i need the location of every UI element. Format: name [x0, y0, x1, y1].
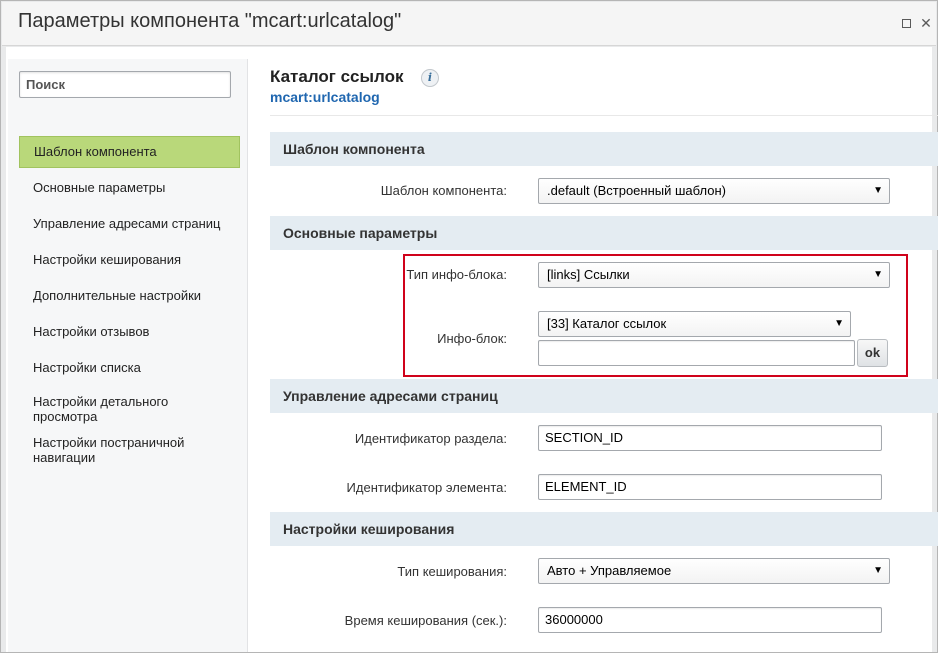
section-id-label: Идентификатор раздела: — [354, 431, 507, 446]
iblock-type-select[interactable]: [links] Ссылки ▼ — [538, 262, 890, 288]
dropdown-arrow-icon: ▼ — [834, 318, 844, 329]
iblock-label: Инфо-блок: — [437, 331, 507, 346]
section-id-input[interactable]: SECTION_ID — [538, 425, 882, 451]
element-id-label: Идентификатор элемента: — [346, 480, 507, 495]
template-select[interactable]: .default (Встроенный шаблон) ▼ — [538, 178, 890, 204]
cache-type-select[interactable]: Авто + Управляемое ▼ — [538, 558, 890, 584]
sidebar-item-detail[interactable]: Настройки детального просмотра — [19, 388, 179, 429]
section-header-basic: Основные параметры — [270, 216, 938, 250]
sidebar-list: Шаблон компонента Основные параметры Упр… — [19, 136, 240, 470]
page-title: Каталог ссылок — [270, 67, 404, 86]
sidebar-item-cache[interactable]: Настройки кеширования — [19, 244, 240, 280]
ok-button[interactable]: ok — [857, 339, 888, 367]
section-header-sef: Управление адресами страниц — [270, 379, 938, 413]
dropdown-arrow-icon: ▼ — [873, 565, 883, 576]
cache-time-label: Время кеширования (сек.): — [344, 613, 507, 628]
template-select-value: .default (Встроенный шаблон) — [547, 183, 726, 198]
dropdown-arrow-icon: ▼ — [873, 185, 883, 196]
element-id-input[interactable]: ELEMENT_ID — [538, 474, 882, 500]
maximize-icon[interactable] — [898, 15, 914, 31]
sidebar-item-basic[interactable]: Основные параметры — [19, 172, 240, 208]
window-title: Параметры компонента "mcart:urlcatalog" — [18, 10, 402, 32]
dropdown-arrow-icon: ▼ — [873, 269, 883, 280]
sidebar-item-sef[interactable]: Управление адресами страниц — [19, 208, 240, 244]
sidebar-item-reviews[interactable]: Настройки отзывов — [19, 316, 240, 352]
section-header-template: Шаблон компонента — [270, 132, 938, 166]
iblock-type-select-value: [links] Ссылки — [547, 267, 630, 282]
cache-type-select-value: Авто + Управляемое — [547, 563, 672, 578]
sidebar-item-template[interactable]: Шаблон компонента — [19, 136, 240, 168]
section-header-cache: Настройки кеширования — [270, 512, 938, 546]
component-code: mcart:urlcatalog — [270, 89, 380, 105]
divider — [270, 115, 938, 116]
iblock-type-label: Тип инфо-блока: — [406, 267, 507, 282]
sidebar: Шаблон компонента Основные параметры Упр… — [8, 59, 248, 652]
search-input[interactable] — [19, 71, 231, 98]
info-icon[interactable]: i — [421, 69, 439, 87]
cache-type-label: Тип кеширования: — [397, 564, 507, 579]
sidebar-item-list[interactable]: Настройки списка — [19, 352, 240, 388]
sidebar-item-pagination[interactable]: Настройки постраничной навигации — [19, 429, 194, 470]
cache-time-input[interactable]: 36000000 — [538, 607, 882, 633]
template-label: Шаблон компонента: — [380, 183, 507, 198]
iblock-select[interactable]: [33] Каталог ссылок ▼ — [538, 311, 851, 337]
dialog-body: Шаблон компонента Основные параметры Упр… — [6, 47, 938, 652]
settings-content: Каталог ссылок i mcart:urlcatalog Шаблон… — [253, 47, 938, 652]
iblock-id-input[interactable] — [538, 340, 855, 366]
close-icon[interactable]: ✕ — [918, 15, 934, 31]
iblock-select-value: [33] Каталог ссылок — [547, 316, 667, 331]
title-bar[interactable]: Параметры компонента "mcart:urlcatalog" … — [2, 2, 936, 46]
dialog-window: Параметры компонента "mcart:urlcatalog" … — [0, 0, 938, 653]
sidebar-item-additional[interactable]: Дополнительные настройки — [19, 280, 240, 316]
